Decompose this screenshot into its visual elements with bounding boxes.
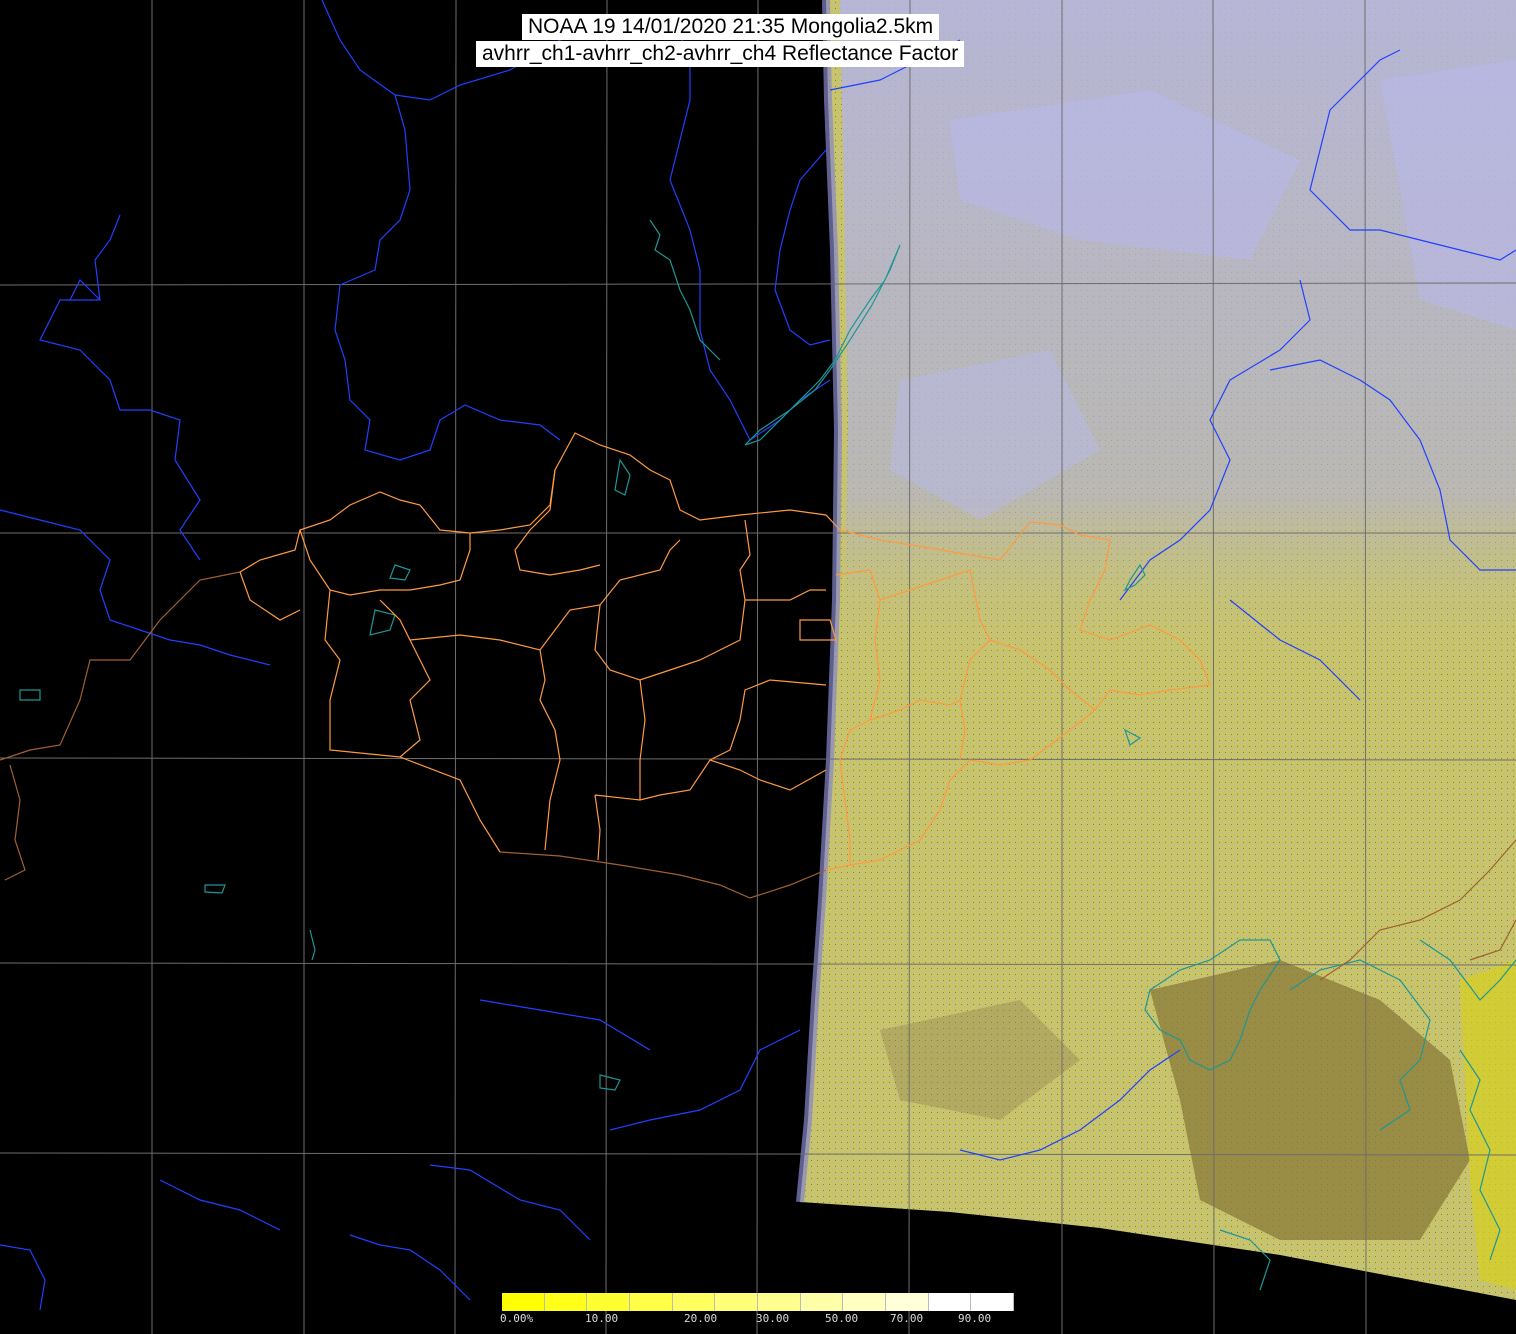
- colorbar-tick-label: 50.00: [825, 1312, 859, 1325]
- colorbar-segment: [843, 1293, 887, 1311]
- colorbar-segment: [544, 1293, 588, 1311]
- colorbar-tick-label: 30.00: [756, 1312, 790, 1325]
- colorbar-segment: [715, 1293, 759, 1311]
- title-line-1: NOAA 19 14/01/2020 21:35 Mongolia2.5km: [522, 14, 940, 40]
- colorbar-tick-label: 10.00: [585, 1312, 619, 1325]
- colorbar-segment: [502, 1293, 545, 1311]
- colorbar-tick-label: 90.00: [958, 1312, 992, 1325]
- colorbar-segment: [672, 1293, 716, 1311]
- colorbar-tick-label: 70.00: [890, 1312, 924, 1325]
- colorbar-tick-label: 20.00: [684, 1312, 718, 1325]
- colorbar: [502, 1293, 1015, 1311]
- colorbar-segment: [928, 1293, 972, 1311]
- colorbar-segment: [800, 1293, 844, 1311]
- colorbar-segment: [630, 1293, 673, 1311]
- title-line-2: avhrr_ch1-avhrr_ch2-avhrr_ch4 Reflectanc…: [476, 41, 965, 67]
- map-canvas: [0, 0, 1516, 1334]
- colorbar-segment: [587, 1293, 631, 1311]
- colorbar-segment: [971, 1293, 1015, 1311]
- satellite-map-view: NOAA 19 14/01/2020 21:35 Mongolia2.5km a…: [0, 0, 1516, 1334]
- colorbar-segment: [758, 1293, 801, 1311]
- colorbar-segment: [886, 1293, 929, 1311]
- colorbar-tick-label: 0.00%: [500, 1312, 534, 1325]
